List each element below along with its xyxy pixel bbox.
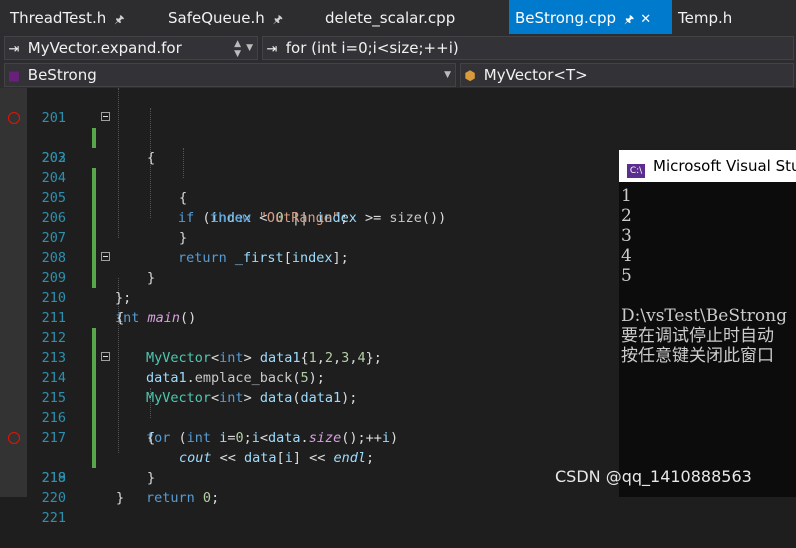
console-title-bar[interactable]: C:\ Microsoft Visual Stu [619, 150, 796, 182]
member-icon: ⇥ [266, 42, 278, 57]
code-line[interactable]: 219 } [0, 448, 620, 506]
console-line: 3 [621, 226, 632, 246]
debug-console-window[interactable]: C:\ Microsoft Visual Stu 1 2 3 4 5 D:\vsT… [619, 150, 796, 497]
class-value: MyVector<T> [483, 66, 588, 84]
class-dropdown[interactable]: ⬢ MyVector<T> [460, 63, 794, 87]
console-line: 要在调试停止时自动 [621, 326, 774, 346]
code-line[interactable]: 212 data1.emplace_back(5); [0, 308, 620, 386]
console-line: D:\vsTest\BeStrong [621, 306, 787, 326]
console-line: 4 [621, 246, 632, 266]
code-line[interactable]: 213 MyVector<int> data(data1); [0, 328, 620, 406]
console-line: 1 [621, 186, 632, 206]
scope-dropdown[interactable]: ⇥ MyVector.expand.for ▲ ▼ ▼ [4, 36, 258, 60]
tab-label: ThreadTest.h [10, 9, 107, 27]
collapse-icon[interactable] [101, 112, 110, 121]
tab-label: delete_scalar.cpp [325, 9, 456, 27]
tab-label: SafeQueue.h [168, 9, 265, 27]
project-icon: ■ [7, 69, 21, 84]
code-line[interactable]: 221 [0, 488, 620, 526]
scope-icon: ⇥ [8, 42, 20, 57]
console-line: 2 [621, 206, 632, 226]
project-dropdown[interactable]: ■ BeStrong ▼ [4, 63, 456, 87]
code-line[interactable]: 217 } [0, 408, 620, 486]
chevron-down-icon[interactable]: ▼ [246, 37, 253, 59]
document-tab-bar: ThreadTest.h 🖈 SafeQueue.h 🖈 delete_scalar… [0, 0, 796, 34]
code-line[interactable]: 209 int main() [0, 248, 620, 326]
project-value: BeStrong [27, 66, 97, 84]
code-line[interactable]: 210 { [0, 268, 620, 326]
close-icon[interactable]: ✕ [640, 12, 651, 27]
scope-value: MyVector.expand.for [27, 39, 182, 57]
breakpoint-icon[interactable] [8, 432, 20, 444]
code-line[interactable]: 204 throw "OutRange"; [0, 148, 620, 226]
code-line[interactable]: 203 { [0, 128, 620, 206]
code-line[interactable]: 202 if (index < 0 || index >= size()) [0, 108, 620, 226]
tab-threadtest-h[interactable]: ThreadTest.h 🖈 [10, 0, 124, 34]
code-line[interactable]: 211 MyVector<int> data1{1,2,3,4}; [0, 288, 620, 366]
code-line[interactable]: 214 for (int i=0;i<data.size();++i) [0, 348, 620, 446]
code-line[interactable]: 215 { [0, 368, 620, 446]
code-line[interactable]: 216 cout << data[i] << endl; [0, 388, 620, 466]
line-number: 221 [41, 510, 66, 526]
chevron-down-icon[interactable]: ▼ [444, 64, 451, 86]
collapse-icon[interactable] [101, 252, 110, 261]
code-line[interactable]: 220 [0, 468, 620, 506]
tab-delete-scalar-cpp[interactable]: delete_scalar.cpp [325, 0, 455, 34]
console-line: 5 [621, 266, 632, 286]
code-line[interactable]: 218 return 0; [0, 428, 620, 506]
pin-icon[interactable]: 🖈 [273, 13, 283, 26]
code-line[interactable]: 205 } [0, 168, 620, 246]
navigation-bar-2: ■ BeStrong ▼ ⬢ MyVector<T> [0, 62, 796, 88]
code-line[interactable]: 208 }; [0, 228, 620, 306]
pin-icon[interactable]: 🖈 [624, 13, 634, 26]
code-line[interactable]: 206 return _first[index]; [0, 188, 620, 266]
tab-temp-h[interactable]: Temp.h [678, 0, 732, 34]
member-value: for (int i=0;i<size;++i) [285, 39, 459, 57]
navigation-bar: ⇥ MyVector.expand.for ▲ ▼ ▼ ⇥ for (int i=… [0, 34, 796, 62]
spin-icon[interactable]: ▲ ▼ [234, 39, 241, 59]
console-app-icon: C:\ [627, 164, 645, 178]
code-line[interactable]: 207 } [0, 208, 620, 286]
watermark: CSDN @qq_1410888563 [555, 467, 752, 486]
collapse-icon[interactable] [101, 352, 110, 361]
tab-label: BeStrong.cpp [515, 9, 617, 27]
tab-label: Temp.h [678, 9, 733, 27]
code-line[interactable]: 201 { [0, 88, 620, 166]
console-line: 按任意键关闭此窗口 [621, 346, 774, 366]
tab-bestrong-cpp[interactable]: BeStrong.cpp 🖈 ✕ [509, 0, 672, 34]
member-dropdown[interactable]: ⇥ for (int i=0;i<size;++i) [262, 36, 794, 60]
breakpoint-icon[interactable] [8, 112, 20, 124]
console-title: Microsoft Visual Stu [653, 157, 796, 175]
tab-safequeue-h[interactable]: SafeQueue.h 🖈 [168, 0, 283, 34]
class-icon: ⬢ [464, 69, 476, 84]
pin-icon[interactable]: 🖈 [114, 13, 124, 26]
